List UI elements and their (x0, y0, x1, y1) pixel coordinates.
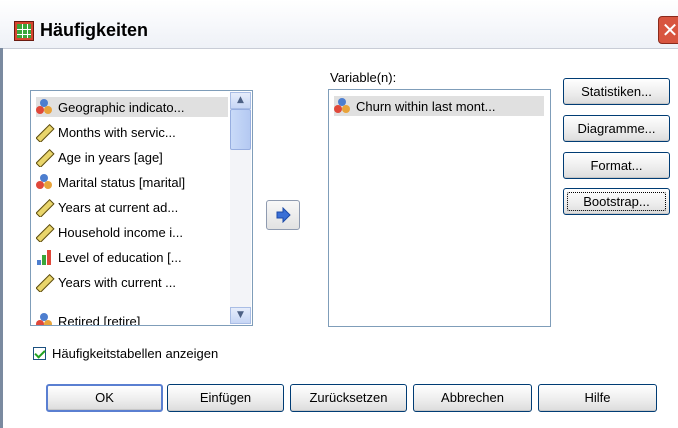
ok-button[interactable]: OK (46, 384, 163, 412)
frequencies-icon (14, 21, 34, 41)
list-item-label: Retired [retire] (58, 313, 141, 326)
close-button[interactable]: ✕ (658, 16, 678, 44)
list-item[interactable]: Age in years [age] (36, 147, 228, 167)
bootstrap-button[interactable]: Bootstrap... (563, 188, 670, 215)
nominal-icon (36, 313, 52, 325)
list-item[interactable]: Household income i... (36, 222, 228, 242)
charts-button[interactable]: Diagramme... (563, 115, 670, 142)
scale-icon (36, 274, 52, 290)
list-item-label: Level of education [... (58, 249, 182, 265)
statistics-button[interactable]: Statistiken... (563, 78, 670, 105)
dialog-title: Häufigkeiten (40, 20, 149, 40)
title-bar: Häufigkeiten (0, 0, 678, 49)
list-item[interactable]: Years with current ... (36, 272, 228, 292)
list-item[interactable]: Retired [retire] (36, 311, 228, 326)
format-button[interactable]: Format... (563, 152, 670, 179)
window-frame (0, 48, 3, 428)
cancel-button[interactable]: Abbrechen (413, 384, 532, 412)
scale-icon (36, 224, 52, 240)
selected-variables-list[interactable]: Churn within last mont... (328, 89, 551, 327)
nominal-icon (334, 98, 350, 114)
list-item-label: Churn within last mont... (356, 98, 496, 114)
list-item-label: Household income i... (58, 224, 184, 240)
show-frequency-tables-checkbox[interactable]: Häufigkeitstabellen anzeigen (33, 346, 218, 361)
scale-icon (36, 124, 52, 140)
list-item-label: Years at current ad... (58, 199, 179, 215)
scroll-up-icon[interactable]: ▲ (230, 92, 251, 109)
nominal-icon (36, 99, 52, 115)
list-item[interactable]: Churn within last mont... (334, 96, 544, 116)
list-item[interactable]: Years at current ad... (36, 197, 228, 217)
list-item-label: Age in years [age] (58, 149, 163, 165)
list-item-label: Geographic indicato... (58, 99, 185, 115)
arrow-right-icon (276, 207, 291, 223)
list-item-label: Months with servic... (58, 124, 176, 140)
variables-label: Variable(n): (330, 70, 397, 85)
paste-button[interactable]: Einfügen (167, 384, 284, 412)
nominal-icon (36, 174, 52, 190)
scale-icon (36, 149, 52, 165)
scale-icon (36, 199, 52, 215)
move-to-variables-button[interactable] (266, 200, 300, 230)
list-item[interactable]: Geographic indicato... (36, 97, 228, 117)
reset-button[interactable]: Zurücksetzen (290, 384, 407, 412)
checkbox-checked-icon[interactable] (33, 347, 46, 360)
scroll-thumb[interactable] (230, 109, 251, 150)
list-item[interactable]: Marital status [marital] (36, 172, 228, 192)
checkbox-label: Häufigkeitstabellen anzeigen (52, 346, 219, 361)
list-item[interactable]: Level of education [... (36, 247, 228, 267)
scroll-down-icon[interactable]: ▼ (230, 307, 251, 324)
list-item-label: Years with current ... (58, 274, 177, 290)
list-item[interactable]: Months with servic... (36, 122, 228, 142)
ordinal-icon (36, 249, 52, 265)
vertical-scrollbar[interactable]: ▲ ▼ (230, 92, 251, 324)
list-item-label: Marital status [marital] (58, 174, 186, 190)
source-variable-list[interactable]: Geographic indicato... Months with servi… (30, 90, 253, 326)
help-button[interactable]: Hilfe (538, 384, 657, 412)
